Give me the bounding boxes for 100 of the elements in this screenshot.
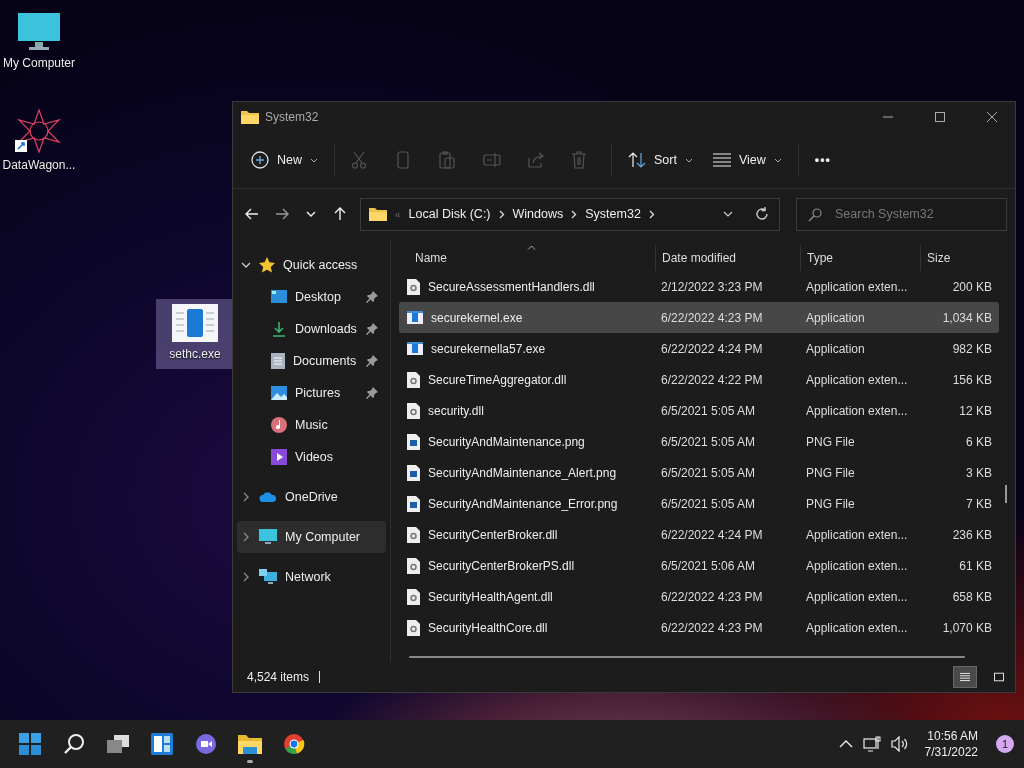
- dropdown-chevron-icon[interactable]: [723, 211, 733, 217]
- close-icon: [987, 112, 997, 122]
- file-row[interactable]: SecureTimeAggregator.dll 6/22/2022 4:22 PM Application exten... 156 KB: [399, 364, 999, 395]
- date-cell-text: 2/12/2022 3:23 PM: [660, 279, 764, 294]
- application-window-icon: [171, 303, 219, 343]
- desktop-icon[interactable]: My Computer: [0, 8, 78, 74]
- desktop-icon-label: My Computer: [3, 56, 75, 70]
- chevron-right-icon[interactable]: [648, 209, 655, 219]
- volume-icon[interactable]: [890, 736, 909, 752]
- share-icon: [527, 152, 545, 168]
- file-row[interactable]: SecurityAndMaintenance_Alert.png 6/5/2021 5:05 AM PNG File 3 KB: [399, 457, 999, 488]
- plus-circle-icon: [251, 151, 269, 169]
- folder-icon: [369, 207, 387, 221]
- refresh-icon[interactable]: [755, 207, 769, 221]
- file-row[interactable]: security.dll 6/5/2021 5:05 AM Application exten... 12 KB: [399, 395, 999, 426]
- column-header[interactable]: Name: [399, 245, 655, 271]
- breadcrumb-item[interactable]: System32: [585, 207, 641, 221]
- sort-arrows-icon: [628, 152, 646, 168]
- file-name: SecurityAndMaintenance_Alert.png: [428, 465, 617, 480]
- network-computers-icon: [259, 569, 277, 585]
- file-row[interactable]: SecureAssessmentHandlers.dll 2/12/2022 3:23 PM Application exten... 200 KB: [399, 271, 999, 302]
- caret-up-icon[interactable]: [838, 740, 853, 748]
- item-count: 4,524 items: [247, 670, 310, 684]
- breadcrumb-item[interactable]: Local Disk (C:): [408, 207, 491, 221]
- window-title: System32: [265, 110, 319, 124]
- size-cell-text: 982 KB: [951, 341, 992, 356]
- type-cell-text: Application exten...: [805, 558, 909, 573]
- view-button[interactable]: View: [704, 143, 790, 177]
- horizontal-scrollbar[interactable]: [409, 656, 965, 658]
- size-cell-text: 156 KB: [951, 372, 992, 387]
- list-lines-icon: [960, 671, 970, 683]
- copy-icon: [395, 151, 411, 169]
- notification-badge[interactable]: 1: [996, 735, 1014, 753]
- column-header[interactable]: Date modified: [655, 245, 800, 271]
- size-cell-text: 6 KB: [965, 434, 992, 449]
- monitor-icon: [259, 529, 277, 545]
- sidebar-item[interactable]: Downloads: [237, 313, 386, 345]
- sidebar-item[interactable]: Videos: [237, 441, 386, 473]
- document-icon: [271, 353, 285, 369]
- sidebar-item[interactable]: Documents: [237, 345, 386, 377]
- address-bar[interactable]: « Local Disk (C:) Windows System32: [360, 197, 780, 231]
- chevron-right-icon[interactable]: [571, 209, 578, 219]
- search-field[interactable]: Search System32: [796, 197, 1007, 231]
- running-indicator: [247, 760, 253, 763]
- column-header[interactable]: Size: [920, 245, 992, 271]
- file-row[interactable]: securekernella57.exe 6/22/2022 4:24 PM Application 982 KB: [399, 333, 999, 364]
- star-icon: [259, 257, 275, 273]
- rename-icon: [483, 152, 501, 168]
- sidebar-item[interactable]: Network: [237, 561, 386, 593]
- file-row[interactable]: SecurityAndMaintenance_Error.png 6/5/2021 5:05 AM PNG File 7 KB: [399, 488, 999, 519]
- file-name: SecureAssessmentHandlers.dll: [428, 279, 595, 294]
- sidebar-item[interactable]: OneDrive: [237, 481, 386, 513]
- date-cell-text: 6/5/2021 5:05 AM: [660, 403, 757, 418]
- task-view-icon: [106, 734, 130, 754]
- date-cell-text: 6/22/2022 4:23 PM: [660, 589, 764, 604]
- browser-logo-icon: [283, 733, 305, 755]
- file-row[interactable]: SecurityAndMaintenance.png 6/5/2021 5:05 AM PNG File 6 KB: [399, 426, 999, 457]
- type-cell-text: Application exten...: [805, 279, 909, 294]
- type-cell-text: Application exten...: [805, 403, 909, 418]
- square-icon: [994, 671, 1004, 683]
- size-cell-text: 7 KB: [965, 496, 992, 511]
- star-burst-icon: [15, 108, 63, 154]
- column-header[interactable]: Type: [800, 245, 920, 271]
- chevron-down-icon[interactable]: [241, 260, 251, 270]
- sidebar-item[interactable]: Music: [237, 409, 386, 441]
- caret-icon: [684, 157, 693, 163]
- sidebar-item[interactable]: Desktop: [237, 281, 386, 313]
- sort-button[interactable]: Sort: [620, 143, 701, 177]
- file-row[interactable]: SecurityCenterBrokerPS.dll 6/5/2021 5:06 AM Application exten... 61 KB: [399, 550, 999, 581]
- sort-caret-icon: [527, 245, 536, 250]
- file-row[interactable]: securekernel.exe 6/22/2022 4:23 PM Application 1,034 KB: [399, 302, 999, 333]
- sidebar-item[interactable]: Pictures: [237, 377, 386, 409]
- caret-icon: [310, 157, 318, 163]
- type-cell-text: PNG File: [805, 434, 856, 449]
- chevron-right-icon[interactable]: [498, 209, 505, 219]
- type-cell-text: Application exten...: [805, 620, 909, 635]
- caret-icon: [773, 157, 782, 163]
- network-icon[interactable]: [862, 736, 881, 752]
- details-view-button[interactable]: [953, 666, 977, 688]
- more-button[interactable]: •••: [806, 143, 847, 177]
- type-cell-text: Application exten...: [805, 527, 909, 542]
- video-icon: [271, 449, 287, 465]
- file-name: securekernella57.exe: [431, 341, 546, 356]
- desktop-icon[interactable]: sethc.exe: [156, 299, 234, 369]
- file-row[interactable]: SecurityHealthAgent.dll 6/22/2022 4:23 PM Application exten... 658 KB: [399, 581, 999, 612]
- clock[interactable]: 10:56 AM 7/31/2022: [924, 728, 978, 760]
- file-row[interactable]: SecurityHealthCore.dll 6/22/2022 4:23 PM Application exten... 1,070 KB: [399, 612, 999, 643]
- file-name: SecurityCenterBroker.dll: [428, 527, 558, 542]
- size-cell-text: 200 KB: [951, 279, 992, 294]
- breadcrumb-item[interactable]: Windows: [512, 207, 564, 221]
- clock-time: 10:56 AM: [927, 728, 978, 744]
- desktop-icon[interactable]: DataWagon...: [0, 104, 78, 176]
- download-arrow-icon: [271, 321, 287, 337]
- vertical-scrollbar[interactable]: [1005, 485, 1007, 503]
- file-row[interactable]: SecurityCenterBroker.dll 6/22/2022 4:24 PM Application exten... 236 KB: [399, 519, 999, 550]
- date-cell-text: 6/22/2022 4:22 PM: [660, 372, 764, 387]
- date-cell-text: 6/22/2022 4:23 PM: [660, 310, 764, 325]
- sidebar-item[interactable]: Quick access: [237, 249, 386, 281]
- new-button[interactable]: New: [243, 143, 326, 177]
- sidebar-item[interactable]: My Computer: [237, 521, 386, 553]
